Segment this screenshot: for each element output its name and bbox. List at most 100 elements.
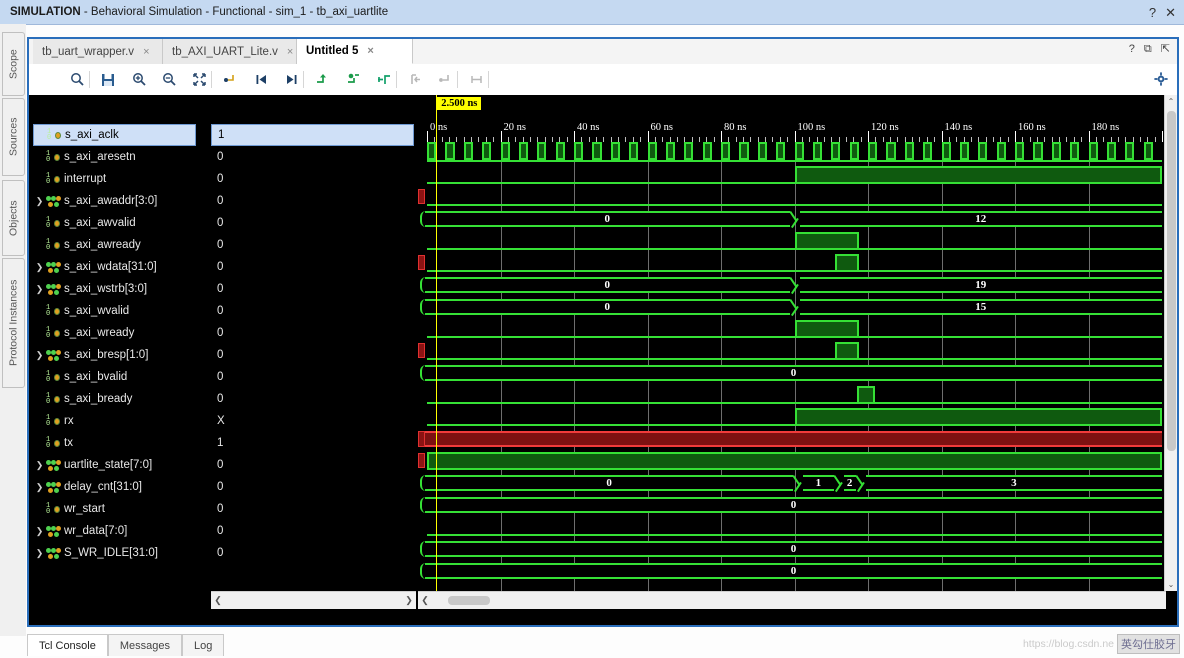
scroll-up-icon[interactable]: ⌃: [1165, 95, 1177, 108]
vertical-tab-protocol-instances[interactable]: Protocol Instances: [2, 258, 25, 388]
expand-chevron-icon[interactable]: ❯: [33, 196, 46, 207]
clock-pulse: [886, 142, 896, 160]
save-icon[interactable]: [96, 68, 120, 91]
clock-pulse: [776, 142, 786, 160]
waveform-canvas[interactable]: 0 ns 20 ns 40 ns 60 ns 80 ns 100 ns 120 ns 140 …: [418, 95, 1166, 591]
signal-row[interactable]: ❯ wr_data[7:0]: [33, 520, 209, 542]
zoom-in-icon[interactable]: [127, 68, 151, 91]
remove-marker-icon[interactable]: [341, 68, 365, 91]
signal-row[interactable]: 1 0 s_axi_aclk: [33, 124, 196, 146]
time-tick-label: 100 ns: [797, 122, 826, 133]
waveform-row: [418, 164, 1166, 186]
goto-time-icon[interactable]: [218, 68, 242, 91]
expand-chevron-icon[interactable]: ❯: [33, 460, 46, 471]
wire-signal-icon: 10: [46, 436, 60, 450]
time-cursor[interactable]: [436, 95, 438, 591]
close-icon[interactable]: ×: [367, 45, 373, 57]
expand-chevron-icon[interactable]: ❯: [33, 526, 46, 537]
signal-name-label: s_axi_wready: [64, 327, 135, 339]
clock-pulse: [629, 142, 639, 160]
file-tab-tb-axi-uart-lite[interactable]: tb_AXI_UART_Lite.v ×: [163, 39, 297, 64]
clock-pulse: [1070, 142, 1080, 160]
clock-pulse: [592, 142, 602, 160]
signal-row[interactable]: ❯ s_axi_awaddr[3:0]: [33, 190, 209, 212]
time-tick-label: 40 ns: [577, 122, 600, 133]
signal-high-level: [794, 232, 859, 250]
vertical-tab-objects[interactable]: Objects: [2, 180, 25, 256]
close-icon[interactable]: ×: [143, 46, 149, 58]
zoom-out-icon[interactable]: [157, 68, 181, 91]
add-marker-icon[interactable]: [310, 68, 334, 91]
panel-maximize-icon[interactable]: ⇱: [1161, 44, 1170, 55]
scroll-left-icon[interactable]: ❮: [418, 592, 432, 609]
tab-log[interactable]: Log: [182, 634, 225, 656]
names-horizontal-scrollbar[interactable]: ❮ ❯: [211, 591, 416, 609]
signal-row[interactable]: 1 0 s_axi_awready: [33, 234, 209, 256]
waveform-vertical-scrollbar[interactable]: ⌃ ⌄: [1164, 95, 1177, 591]
signal-row[interactable]: 1 0 s_axi_awvalid: [33, 212, 209, 234]
signal-row[interactable]: 1 0 s_axi_bready: [33, 388, 209, 410]
settings-gear-icon[interactable]: [1154, 72, 1168, 89]
signal-row[interactable]: 1 0 s_axi_wready: [33, 322, 209, 344]
time-tick: [941, 131, 943, 142]
file-tab-tb-uart-wrapper[interactable]: tb_uart_wrapper.v ×: [33, 39, 163, 64]
panel-help-icon[interactable]: ?: [1129, 44, 1135, 55]
expand-chevron-icon[interactable]: ❯: [33, 482, 46, 493]
undefined-start-marker: [418, 453, 425, 468]
bus-value-label: 3: [1011, 477, 1017, 489]
time-ruler[interactable]: 0 ns 20 ns 40 ns 60 ns 80 ns 100 ns 120 ns 140 …: [418, 95, 1166, 142]
signal-name-label: uartlite_state[7:0]: [64, 459, 153, 471]
expand-chevron-icon[interactable]: ❯: [33, 548, 46, 559]
bus-value-label: 0: [604, 301, 611, 313]
time-tick: [427, 131, 428, 142]
signal-row[interactable]: ❯ s_axi_wstrb[3:0]: [33, 278, 209, 300]
scroll-down-icon[interactable]: ⌄: [1165, 578, 1177, 591]
search-icon[interactable]: [65, 68, 89, 91]
help-icon[interactable]: ?: [1149, 6, 1156, 19]
signal-value-cell: 0: [211, 256, 416, 278]
scroll-left-icon[interactable]: ❮: [211, 592, 225, 609]
clock-pulse: [427, 142, 437, 160]
file-tab-untitled-5[interactable]: Untitled 5 ×: [297, 39, 413, 64]
scroll-right-icon[interactable]: ❯: [402, 592, 416, 609]
clock-pulse: [1125, 142, 1135, 160]
signal-row[interactable]: 1 0 wr_start: [33, 498, 209, 520]
signal-row[interactable]: ❯ s_axi_wdata[31:0]: [33, 256, 209, 278]
zoom-fit-icon[interactable]: [187, 68, 211, 91]
waveform-row: [418, 252, 1166, 274]
signal-value-label: 0: [217, 173, 224, 185]
signal-row[interactable]: ❯ delay_cnt[31:0]: [33, 476, 209, 498]
clock-pulse: [665, 142, 676, 160]
expand-chevron-icon[interactable]: ❯: [33, 262, 46, 273]
previous-transition-icon[interactable]: [249, 68, 273, 91]
tab-messages[interactable]: Messages: [107, 634, 182, 656]
add-divider-icon[interactable]: [372, 68, 396, 91]
clock-pulse: [445, 142, 455, 160]
expand-chevron-icon[interactable]: ❯: [33, 284, 46, 295]
close-icon[interactable]: ✕: [1165, 6, 1176, 19]
signal-row[interactable]: 1 0 tx: [33, 432, 209, 454]
undefined-start-marker: [418, 255, 425, 270]
signal-row[interactable]: ❯ uartlite_state[7:0]: [33, 454, 209, 476]
signal-row[interactable]: 1 0 s_axi_bvalid: [33, 366, 209, 388]
signal-row[interactable]: 1 0 s_axi_wvalid: [33, 300, 209, 322]
signal-row[interactable]: ❯ S_WR_IDLE[31:0]: [33, 542, 209, 564]
clock-baseline: [427, 160, 1162, 162]
expand-chevron-icon[interactable]: ❯: [33, 350, 46, 361]
horizontal-scroll-thumb[interactable]: [448, 596, 490, 605]
wire-signal-icon: 10: [46, 370, 60, 384]
signal-row[interactable]: ❯ s_axi_bresp[1:0]: [33, 344, 209, 366]
next-transition-icon[interactable]: [279, 68, 303, 91]
signal-row[interactable]: 1 0 s_axi_aresetn: [33, 146, 209, 168]
vertical-tab-scope[interactable]: Scope: [2, 32, 25, 96]
signal-value-label: 0: [217, 481, 224, 493]
signal-name-label: rx: [64, 415, 74, 427]
vertical-tab-sources[interactable]: Sources: [2, 98, 25, 176]
tab-tcl-console[interactable]: Tcl Console: [27, 634, 108, 656]
signal-row[interactable]: 1 0 rx: [33, 410, 209, 432]
close-icon[interactable]: ×: [287, 46, 293, 58]
waveform-horizontal-scrollbar[interactable]: ❮: [418, 591, 1166, 609]
vertical-scroll-thumb[interactable]: [1167, 111, 1176, 451]
panel-float-icon[interactable]: ⧉: [1144, 44, 1152, 55]
signal-row[interactable]: 1 0 interrupt: [33, 168, 209, 190]
